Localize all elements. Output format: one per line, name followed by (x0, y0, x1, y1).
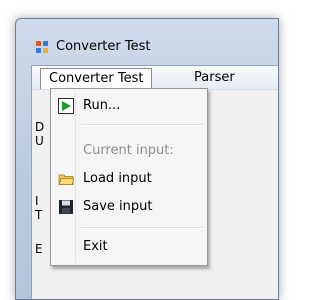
background-label: E (35, 242, 43, 256)
floppy-disk-icon (59, 200, 73, 214)
menu-item-run[interactable]: Run... (53, 94, 205, 118)
app-icon (36, 41, 48, 53)
menu-item-label: Run... (83, 98, 121, 113)
run-icon (58, 98, 74, 114)
folder-icon (58, 174, 74, 185)
background-label: U (35, 134, 44, 148)
background-label: T (35, 208, 43, 222)
menu-item-current-input: Current input: (53, 139, 205, 163)
menu-item-label: Current input: (83, 143, 174, 158)
menu-item-exit[interactable]: Exit (53, 235, 205, 259)
desktop-background: Converter Test Converter Test Parser D U… (0, 0, 279, 300)
menu-bar: Converter Test Parser (32, 66, 278, 90)
menu-item-save-input[interactable]: Save input (53, 195, 205, 219)
menu-item-label: Save input (83, 199, 153, 214)
menu-item-label: Load input (83, 171, 152, 186)
title-bar[interactable]: Converter Test (16, 19, 278, 64)
background-label: I (35, 194, 39, 208)
menu-separator (81, 227, 203, 229)
converter-test-dropdown: Run... Current input: Load input Save in… (50, 88, 208, 266)
background-label: D (35, 120, 45, 134)
menu-item-label: Exit (83, 239, 108, 254)
window-title: Converter Test (56, 39, 151, 54)
menu-parser[interactable]: Parser (186, 68, 243, 88)
menu-item-load-input[interactable]: Load input (53, 167, 205, 191)
menu-converter-test[interactable]: Converter Test (40, 68, 153, 89)
menu-separator (81, 124, 203, 126)
